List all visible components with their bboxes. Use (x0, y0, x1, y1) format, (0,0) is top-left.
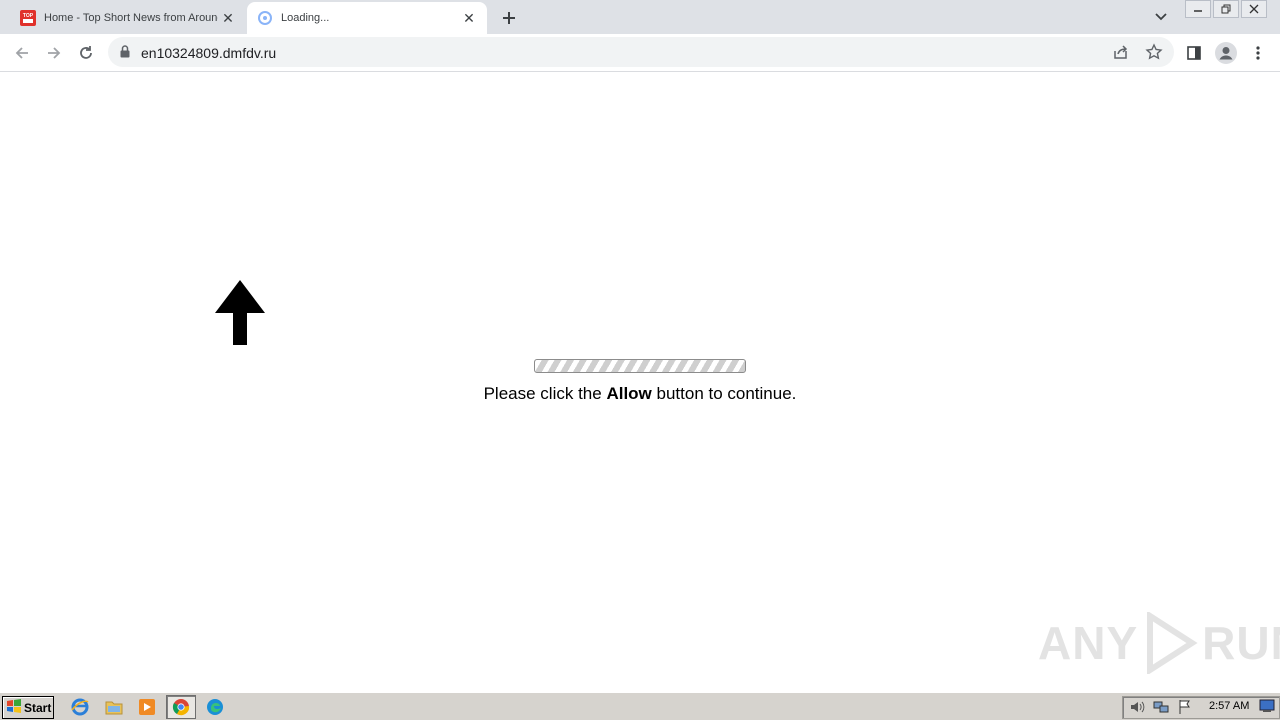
anyrun-watermark: ANY RUN (1038, 612, 1280, 674)
tab-strip: TOP Home - Top Short News from Around th… (0, 0, 1280, 34)
news-favicon-icon: TOP (20, 10, 36, 26)
restore-button[interactable] (1213, 0, 1239, 18)
bookmark-star-icon[interactable] (1145, 43, 1163, 66)
lock-icon[interactable] (120, 45, 130, 63)
close-window-button[interactable] (1241, 0, 1267, 18)
close-tab-icon[interactable]: ✕ (459, 8, 479, 28)
reload-button[interactable] (73, 40, 99, 66)
reload-icon (80, 46, 92, 59)
side-panel-icon (1187, 46, 1201, 60)
profile-avatar-icon (1215, 42, 1237, 64)
svg-text:TOP: TOP (23, 13, 34, 19)
tab-title: Loading... (281, 12, 330, 24)
start-button[interactable]: Start (2, 696, 54, 719)
volume-icon[interactable] (1129, 699, 1145, 720)
url-text[interactable]: en10324809.dmfdv.ru (141, 45, 276, 61)
internet-explorer-icon[interactable] (70, 697, 90, 717)
page-content: Please click the Allow button to continu… (0, 72, 1280, 692)
allow-instruction-message: Please click the Allow button to continu… (483, 384, 797, 403)
media-player-icon[interactable] (137, 697, 157, 717)
forward-button[interactable] (41, 40, 67, 66)
clock[interactable]: 2:57 AM (1209, 700, 1249, 712)
minimize-button[interactable] (1185, 0, 1211, 18)
kebab-menu-icon (1256, 46, 1260, 60)
action-center-flag-icon[interactable] (1177, 699, 1193, 720)
tab-title: Home - Top Short News from Around the Wo… (44, 12, 218, 24)
plus-icon (503, 12, 515, 24)
network-icon[interactable] (1153, 699, 1169, 720)
browser-toolbar: en10324809.dmfdv.ru (0, 34, 1280, 72)
tab-loading[interactable]: Loading... ✕ (247, 2, 487, 34)
progress-bar (534, 359, 746, 373)
play-logo-icon (1147, 612, 1198, 674)
edge-icon[interactable] (205, 697, 225, 717)
file-explorer-icon[interactable] (104, 697, 124, 717)
windows-flag-icon (6, 699, 22, 716)
back-button[interactable] (9, 40, 35, 66)
forward-arrow-icon (48, 47, 61, 59)
loading-favicon-icon (257, 10, 273, 26)
chrome-icon[interactable] (166, 695, 196, 719)
share-icon[interactable] (1112, 43, 1130, 66)
menu-button[interactable] (1245, 40, 1271, 66)
up-arrow-icon (215, 280, 265, 351)
tab-home-news[interactable]: TOP Home - Top Short News from Around th… (10, 2, 246, 34)
back-arrow-icon (15, 47, 28, 59)
new-tab-button[interactable] (497, 6, 521, 30)
chevron-down-icon (1155, 13, 1167, 21)
close-tab-icon[interactable]: ✕ (218, 8, 238, 28)
taskbar: Start 2:57 AM (0, 692, 1280, 720)
profile-button[interactable] (1213, 40, 1239, 66)
tab-search-button[interactable] (1150, 6, 1172, 28)
window-controls (1183, 0, 1267, 18)
side-panel-button[interactable] (1181, 40, 1207, 66)
allow-word: Allow (606, 384, 652, 403)
address-bar[interactable]: en10324809.dmfdv.ru (108, 37, 1174, 67)
show-desktop-icon[interactable] (1259, 699, 1275, 718)
system-tray: 2:57 AM (1122, 696, 1280, 719)
